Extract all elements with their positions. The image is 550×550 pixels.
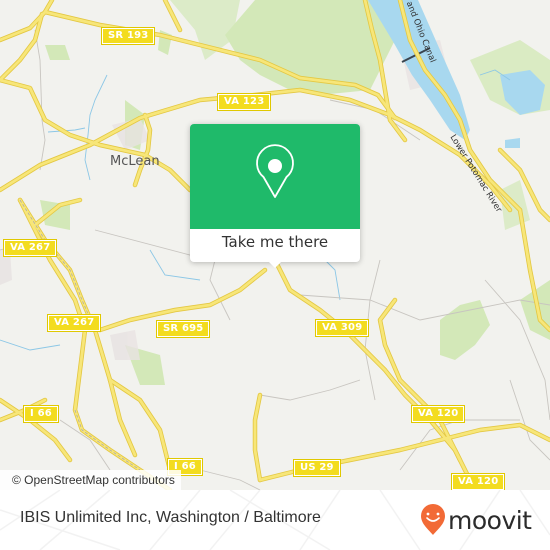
location-popup[interactable]: Take me there <box>190 124 360 268</box>
route-shield-va267: VA 267 <box>2 239 58 257</box>
map[interactable]: McLean SR 193 VA 123 VA 267 VA 267 SR 69… <box>0 0 550 490</box>
moovit-logo-icon <box>421 504 445 535</box>
route-shield-sr193: SR 193 <box>100 27 156 45</box>
route-shield-va267: VA 267 <box>46 314 102 332</box>
map-attribution[interactable]: © OpenStreetMap contributors <box>0 470 181 490</box>
route-shield-va120: VA 120 <box>450 473 506 490</box>
route-shield-va309: VA 309 <box>314 319 370 337</box>
popup-header[interactable] <box>190 124 360 229</box>
moovit-logo[interactable]: moovit <box>420 503 532 537</box>
route-shield-va120: VA 120 <box>410 405 466 423</box>
route-shield-sr695: SR 695 <box>155 320 211 338</box>
location-title: IBIS Unlimited Inc, Washington / Baltimo… <box>20 509 321 526</box>
route-shield-i66: I 66 <box>23 405 59 423</box>
take-me-there-button[interactable]: Take me there <box>190 229 360 262</box>
route-shield-us29: US 29 <box>293 459 341 477</box>
popup-pointer <box>267 260 283 268</box>
place-label-mclean: McLean <box>110 154 160 169</box>
moovit-wordmark: moovit <box>448 505 532 535</box>
route-shield-va123: VA 123 <box>216 93 272 111</box>
map-pin-icon <box>256 144 294 198</box>
footer: IBIS Unlimited Inc, Washington / Baltimo… <box>0 490 550 550</box>
